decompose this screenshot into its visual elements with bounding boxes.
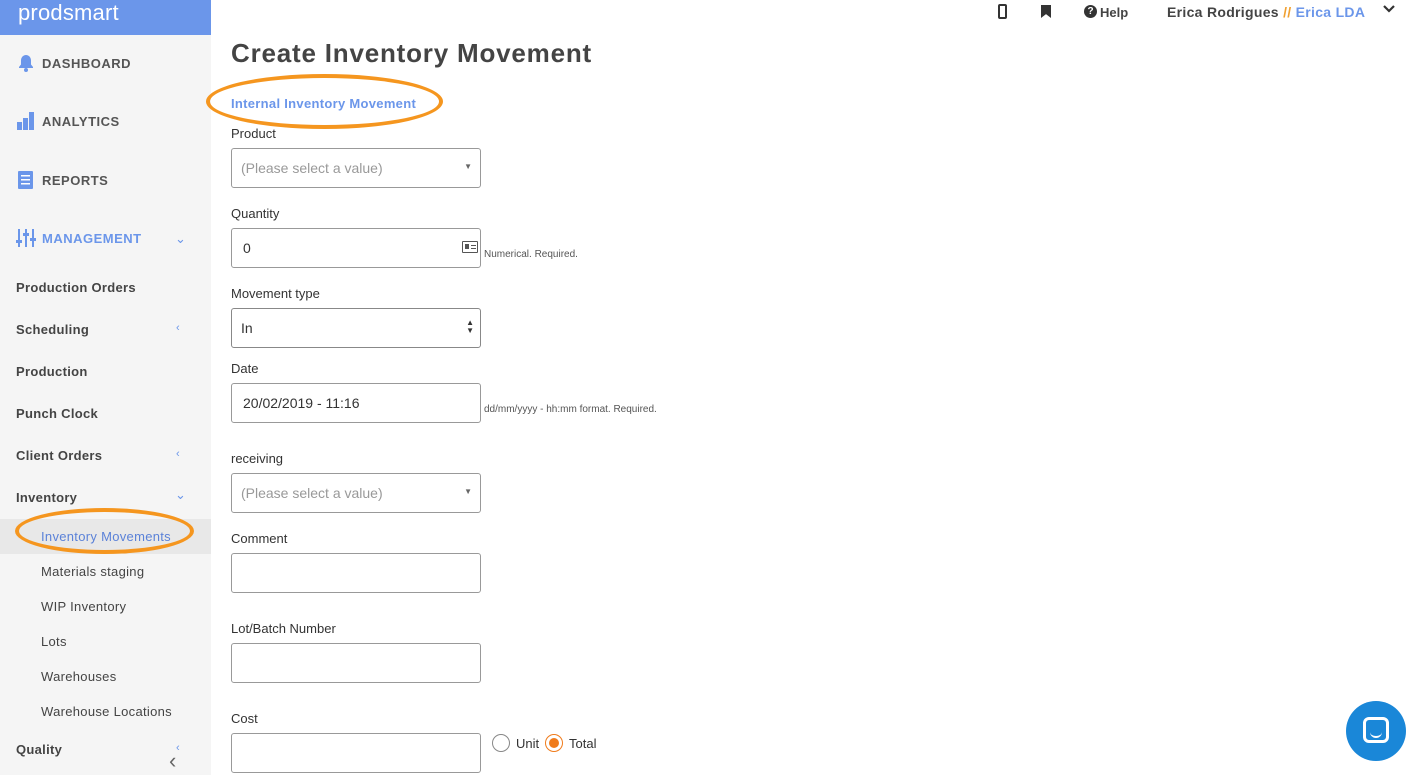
sidebar-subitem-warehouses[interactable]: Warehouses [41, 669, 117, 684]
sidebar-item-quality[interactable]: Quality [16, 742, 62, 757]
cost-total-radio[interactable] [545, 734, 563, 752]
quantity-input[interactable]: 0 [231, 228, 481, 268]
help-link[interactable]: Help [1100, 5, 1128, 20]
lot-input[interactable] [231, 643, 481, 683]
product-label: Product [231, 126, 276, 141]
dropdown-arrow-icon: ▼ [464, 162, 472, 171]
chevron-down-icon[interactable]: ⌄ [175, 231, 186, 247]
sidebar-subitem-inventory-movements[interactable]: Inventory Movements [41, 529, 171, 544]
sidebar-item-client-orders[interactable]: Client Orders [16, 448, 102, 463]
mobile-icon[interactable] [998, 4, 1007, 19]
sidebar-subitem-wip-inventory[interactable]: WIP Inventory [41, 599, 126, 614]
sidebar-item-inventory[interactable]: Inventory [16, 490, 77, 505]
help-icon[interactable]: ? [1084, 5, 1097, 18]
nav-analytics[interactable]: ANALYTICS [16, 111, 120, 131]
user-separator: // [1278, 4, 1296, 20]
nav-analytics-label: ANALYTICS [42, 113, 120, 129]
collapse-sidebar-icon[interactable]: ‹ [169, 748, 176, 774]
receiving-select[interactable]: (Please select a value) ▼ [231, 473, 481, 513]
quantity-value: 0 [243, 240, 251, 256]
chevron-down-icon[interactable] [1382, 2, 1396, 19]
receiving-placeholder: (Please select a value) [241, 485, 383, 501]
comment-input[interactable] [231, 553, 481, 593]
sidebar-subitem-materials-staging[interactable]: Materials staging [41, 564, 144, 579]
user-menu[interactable]: Erica Rodrigues // Erica LDA [1167, 4, 1365, 20]
movement-type-label: Movement type [231, 286, 320, 301]
company-name: Erica LDA [1295, 4, 1366, 20]
sidebar-item-production[interactable]: Production [16, 364, 88, 379]
cost-input[interactable] [231, 733, 481, 773]
date-input[interactable]: 20/02/2019 - 11:16 [231, 383, 481, 423]
comment-label: Comment [231, 531, 288, 546]
chevron-left-icon[interactable]: ‹ [176, 448, 180, 460]
sidebar-subitem-warehouse-locations[interactable]: Warehouse Locations [41, 704, 172, 719]
sidebar-subitem-lots[interactable]: Lots [41, 634, 67, 649]
nav-reports[interactable]: REPORTS [16, 170, 108, 190]
document-icon [16, 170, 36, 190]
receiving-label: receiving [231, 451, 284, 466]
sidebar-item-production-orders[interactable]: Production Orders [16, 280, 136, 295]
page-subtitle: Internal Inventory Movement [231, 96, 417, 111]
nav-management-label: MANAGEMENT [42, 230, 142, 246]
id-card-icon [462, 241, 478, 253]
sidebar-item-punch-clock[interactable]: Punch Clock [16, 406, 98, 421]
nav-reports-label: REPORTS [42, 172, 109, 188]
sidebar: prodsmart DASHBOARD ANALYTICS REPORTS MA… [0, 0, 211, 775]
bar-chart-icon [16, 111, 36, 131]
cost-unit-radio[interactable] [492, 734, 510, 752]
movement-type-select[interactable]: In ▲ ▼ [231, 308, 481, 348]
quantity-hint: Numerical. Required. [484, 249, 578, 260]
product-select[interactable]: (Please select a value) ▼ [231, 148, 481, 188]
date-hint: dd/mm/yyyy - hh:mm format. Required. [484, 404, 657, 415]
bell-icon [16, 53, 36, 73]
chat-button[interactable] [1346, 701, 1406, 761]
cost-unit-label: Unit [516, 736, 540, 751]
quantity-label: Quantity [231, 206, 280, 221]
sliders-icon [16, 228, 36, 248]
product-placeholder: (Please select a value) [241, 160, 383, 176]
user-name: Erica Rodrigues [1167, 4, 1279, 20]
chevron-left-icon[interactable]: ‹ [176, 742, 180, 754]
movement-type-value: In [241, 320, 253, 336]
chat-icon [1363, 717, 1389, 743]
chevron-left-icon[interactable]: ‹ [176, 322, 180, 334]
nav-dashboard[interactable]: DASHBOARD [16, 53, 131, 73]
nav-management[interactable]: MANAGEMENT [16, 228, 142, 248]
chevron-down-icon[interactable]: ⌄ [175, 487, 186, 503]
brand-logo[interactable]: prodsmart [0, 0, 211, 35]
cost-label: Cost [231, 711, 258, 726]
cost-total-label: Total [569, 736, 597, 751]
page-title: Create Inventory Movement [231, 38, 592, 68]
date-value: 20/02/2019 - 11:16 [243, 395, 360, 411]
sidebar-item-scheduling[interactable]: Scheduling [16, 322, 89, 337]
select-arrows-icon: ▲ ▼ [466, 318, 474, 335]
date-label: Date [231, 361, 259, 376]
lot-label: Lot/Batch Number [231, 621, 336, 636]
dropdown-arrow-icon: ▼ [464, 487, 472, 496]
nav-dashboard-label: DASHBOARD [42, 55, 131, 71]
bookmark-icon[interactable] [1041, 5, 1051, 18]
